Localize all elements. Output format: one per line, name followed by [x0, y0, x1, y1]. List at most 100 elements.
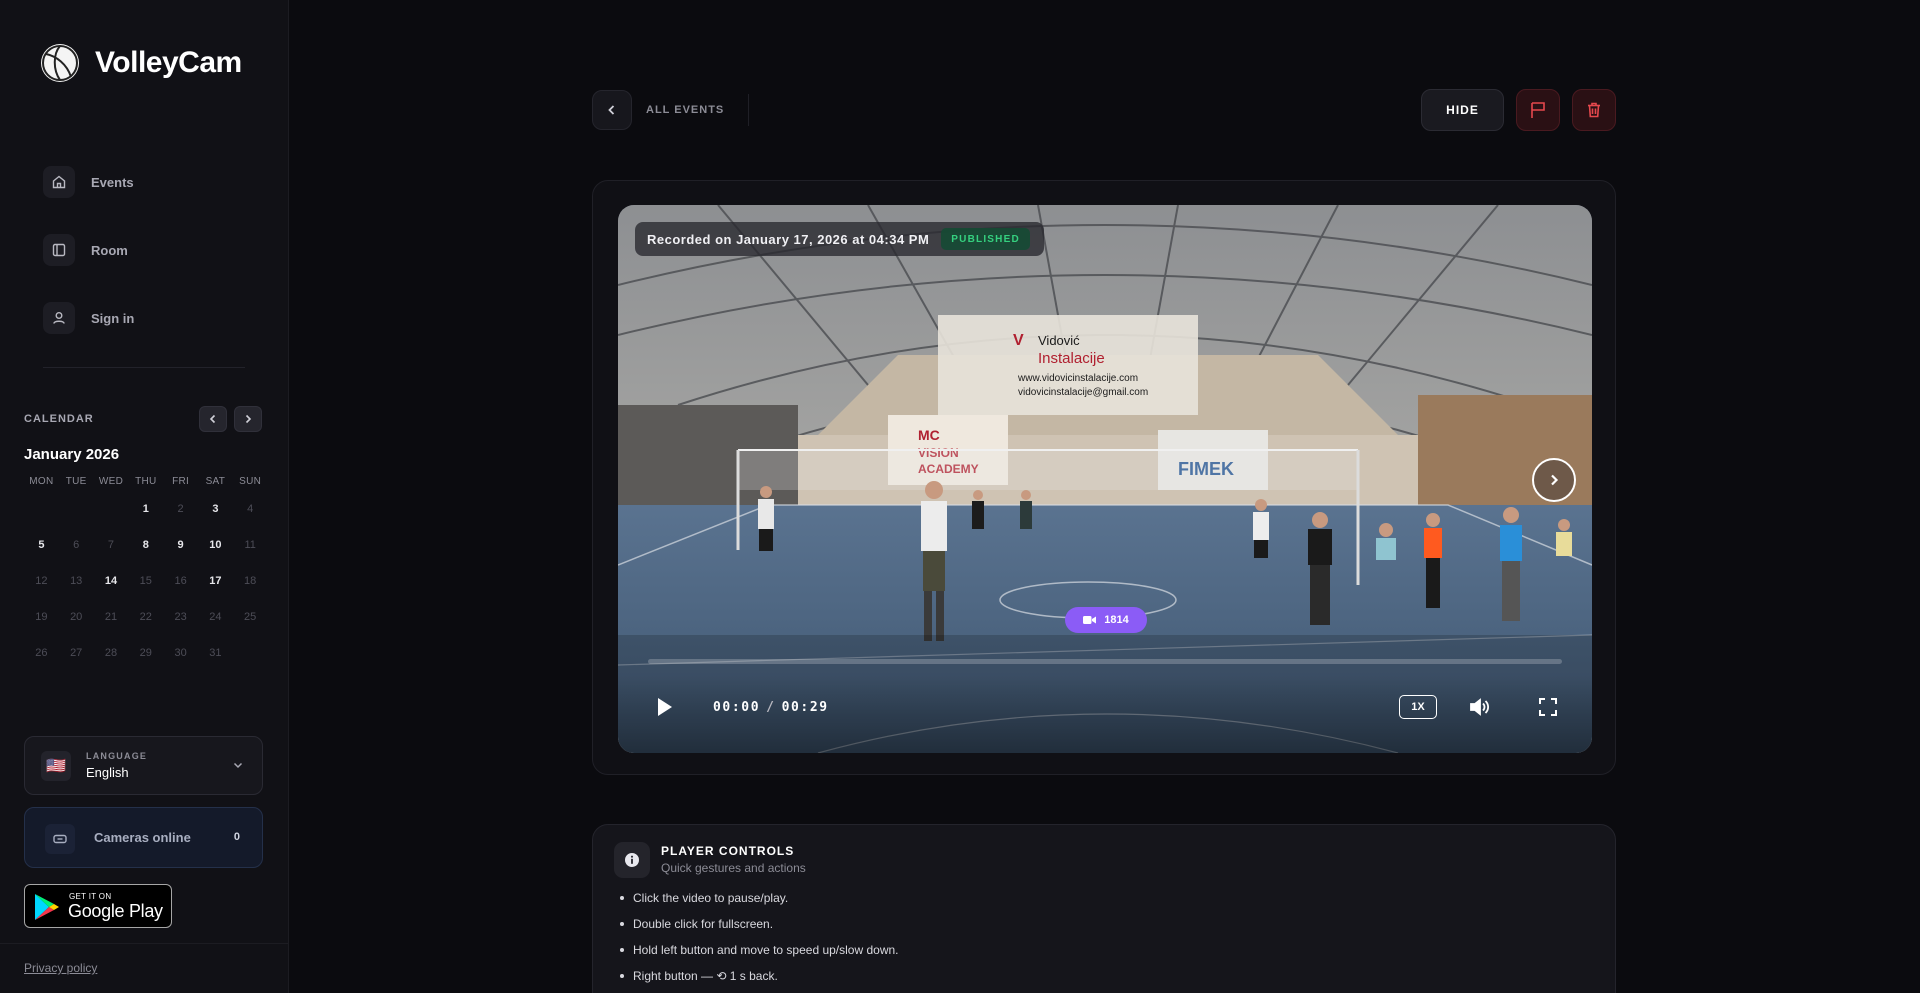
calendar-empty-cell — [24, 498, 59, 534]
calendar-day: 23 — [174, 611, 187, 623]
nav-item-sign-in[interactable]: Sign in — [43, 302, 134, 334]
divider — [0, 943, 289, 944]
next-video-button[interactable] — [1532, 458, 1576, 502]
chevron-down-icon — [233, 762, 243, 769]
recorded-info-pill: Recorded on January 17, 2026 at 04:34 PM… — [635, 222, 1044, 256]
play-icon[interactable] — [656, 696, 674, 718]
calendar-day: 25 — [244, 611, 257, 623]
divider — [748, 94, 749, 126]
player-controls-help: PLAYER CONTROLS Quick gestures and actio… — [592, 824, 1616, 993]
svg-text:Vidović: Vidović — [1038, 333, 1080, 348]
progress-bar[interactable] — [648, 659, 1562, 664]
nav-item-events[interactable]: Events — [43, 166, 134, 198]
calendar-day: 12 — [35, 575, 48, 587]
volume-icon[interactable] — [1469, 697, 1491, 717]
calendar-day[interactable]: 3 — [198, 498, 233, 534]
divider — [43, 367, 245, 368]
duration: 00:29 — [781, 700, 829, 715]
calendar-weekday: WED — [98, 476, 124, 487]
brand[interactable]: VolleyCam — [41, 44, 242, 82]
calendar-day: 22 — [139, 611, 152, 623]
report-flag-button[interactable] — [1516, 89, 1560, 131]
volleyball-logo-icon — [41, 44, 79, 82]
main-nav: Events Room Sign in — [43, 166, 134, 370]
camera-link-icon — [45, 824, 75, 854]
sidebar: VolleyCam Events Room Sign in CALENDAR J… — [0, 0, 289, 993]
svg-text:Instalacije: Instalacije — [1038, 350, 1105, 367]
svg-text:MC: MC — [918, 427, 940, 443]
calendar-day: 24 — [209, 611, 222, 623]
calendar-day: 15 — [139, 575, 152, 587]
privacy-policy-link[interactable]: Privacy policy — [24, 961, 97, 975]
nav-label: Room — [91, 242, 128, 258]
google-play-badge[interactable]: GET IT ON Google Play — [24, 884, 172, 928]
current-time: 00:00 — [713, 700, 761, 715]
language-caption: LANGUAGE — [86, 751, 148, 761]
help-subtitle: Quick gestures and actions — [661, 861, 806, 875]
list-item: Double click for fullscreen. — [620, 915, 899, 941]
player-controls-bar: 00:00/00:29 1X — [618, 675, 1592, 753]
chevron-left-icon — [209, 414, 216, 424]
calendar-empty-cell — [59, 498, 94, 534]
sidebar-layout-icon — [43, 234, 75, 266]
us-flag-icon: 🇺🇸 — [41, 751, 71, 781]
chevron-left-icon — [608, 105, 615, 115]
calendar-day: 6 — [73, 539, 80, 551]
list-item: Hold left button and move to speed up/sl… — [620, 941, 899, 967]
calendar-day: 13 — [70, 575, 83, 587]
calendar-day: 27 — [70, 647, 83, 659]
calendar-weekday: TUE — [65, 476, 87, 487]
calendar-next-button[interactable] — [234, 406, 262, 432]
gym-scene-image: V Vidović Instalacije www.vidovicinstala… — [618, 205, 1592, 753]
calendar-day: 4 — [247, 503, 254, 515]
flag-icon — [1531, 102, 1545, 118]
cameras-online-panel: Cameras online 0 — [24, 807, 263, 868]
calendar-day: 30 — [174, 647, 187, 659]
fullscreen-icon[interactable] — [1538, 697, 1558, 717]
list-item: Click the video to pause/play. — [620, 889, 899, 915]
playback-speed-button[interactable]: 1X — [1399, 695, 1437, 719]
video-camera-icon — [1083, 616, 1097, 624]
time-display: 00:00/00:29 — [713, 700, 829, 715]
calendar-day[interactable]: 14 — [94, 570, 129, 606]
calendar-day: 26 — [35, 647, 48, 659]
calendar-day[interactable]: 17 — [198, 570, 233, 606]
calendar-day[interactable]: 8 — [128, 534, 163, 570]
calendar-day[interactable]: 10 — [198, 534, 233, 570]
calendar-day[interactable]: 5 — [24, 534, 59, 570]
calendar-day: 2 — [177, 503, 184, 515]
calendar-empty-cell — [94, 498, 129, 534]
calendar-day[interactable]: 9 — [163, 534, 198, 570]
nav-item-room[interactable]: Room — [43, 234, 134, 266]
calendar-day: 16 — [174, 575, 187, 587]
calendar-day: 19 — [35, 611, 48, 623]
calendar-day: 31 — [209, 647, 222, 659]
store-line2: Google Play — [68, 901, 163, 921]
calendar-day[interactable]: 1 — [128, 498, 163, 534]
status-badge: PUBLISHED — [941, 228, 1030, 250]
recorded-date: Recorded on January 17, 2026 at 04:34 PM — [647, 231, 930, 247]
home-icon — [43, 166, 75, 198]
user-icon — [43, 302, 75, 334]
video-player[interactable]: V Vidović Instalacije www.vidovicinstala… — [618, 205, 1592, 753]
hide-button[interactable]: HIDE — [1421, 89, 1504, 131]
views-badge: 1814 — [1065, 607, 1147, 633]
all-events-link[interactable]: ALL EVENTS — [646, 104, 724, 116]
app-name: VolleyCam — [95, 46, 242, 79]
calendar-day: 18 — [244, 575, 257, 587]
back-button[interactable] — [592, 90, 632, 130]
calendar-day: 11 — [244, 539, 256, 551]
video-card: V Vidović Instalacije www.vidovicinstala… — [592, 180, 1616, 775]
calendar-day: 21 — [104, 611, 118, 623]
calendar-prev-button[interactable] — [199, 406, 227, 432]
calendar-month: January 2026 — [24, 446, 120, 463]
calendar-header: CALENDAR — [24, 406, 264, 432]
chevron-right-icon — [1551, 474, 1559, 486]
delete-button[interactable] — [1572, 89, 1616, 131]
cameras-online-label: Cameras online — [94, 830, 191, 845]
svg-text:vidovicinstalacije@gmail.com: vidovicinstalacije@gmail.com — [1018, 387, 1148, 398]
chevron-right-icon — [245, 414, 252, 424]
calendar-day: 7 — [107, 539, 115, 551]
calendar-day: 29 — [139, 647, 152, 659]
language-select[interactable]: 🇺🇸 LANGUAGE English — [24, 736, 263, 795]
